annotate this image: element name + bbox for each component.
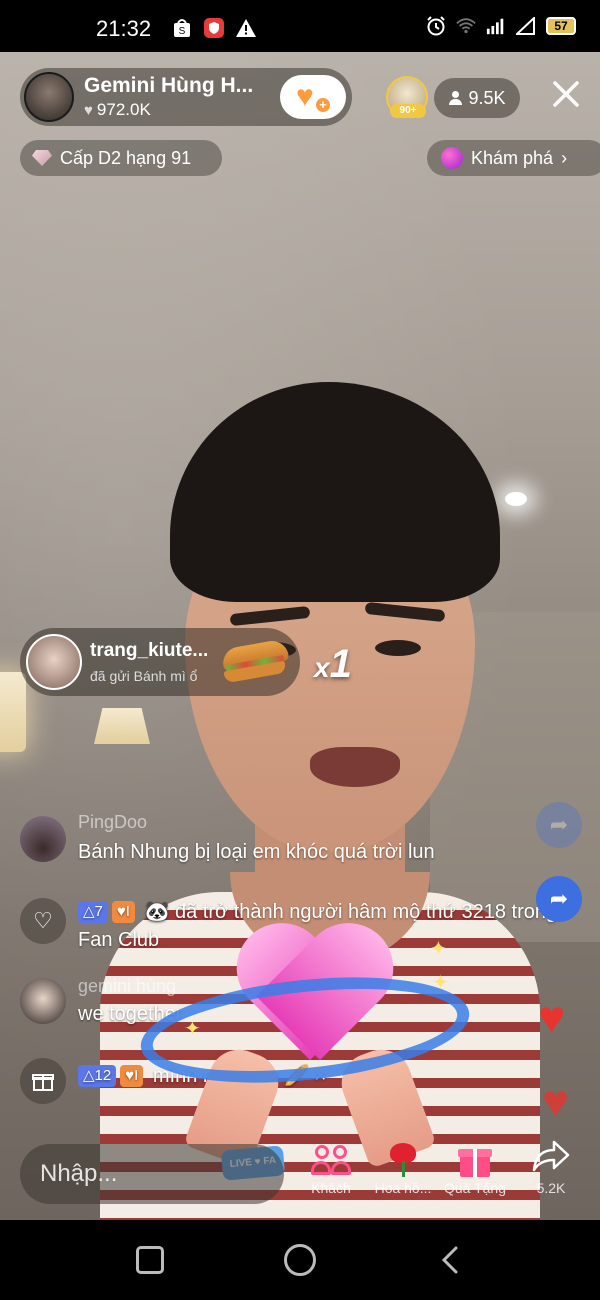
close-icon bbox=[553, 81, 579, 107]
gift-count: x1 bbox=[314, 642, 352, 686]
explore-label: Khám phá bbox=[471, 147, 554, 168]
wifi-icon bbox=[456, 16, 476, 36]
guests-label: Khách bbox=[311, 1180, 351, 1196]
rank-badge[interactable]: Cấp D2 hạng 91 bbox=[20, 140, 222, 176]
shield-app-icon bbox=[204, 18, 224, 38]
gift-sender-name[interactable]: trang_kiute... bbox=[90, 640, 208, 662]
share-float-icon: ➦ bbox=[536, 802, 582, 848]
system-nav-bar bbox=[0, 1220, 600, 1300]
host-avatar[interactable] bbox=[24, 72, 74, 122]
battery-icon: 57 bbox=[546, 17, 576, 35]
rank-label: Cấp D2 hạng 91 bbox=[60, 147, 192, 168]
notification-icons: S bbox=[172, 18, 256, 38]
explore-button[interactable]: Khám phá › bbox=[427, 140, 600, 176]
floating-heart-icon: ♥ bbox=[538, 991, 566, 1043]
share-icon bbox=[532, 1140, 570, 1180]
recents-button[interactable] bbox=[136, 1246, 164, 1274]
comment-input[interactable]: Nhập... bbox=[20, 1144, 284, 1204]
diamond-icon bbox=[32, 150, 52, 166]
guests-button[interactable]: Khách bbox=[296, 1140, 366, 1200]
svg-text:S: S bbox=[179, 26, 186, 37]
viewer-count-value: 9.5K bbox=[468, 87, 506, 108]
system-icons: 57 bbox=[426, 16, 576, 36]
chat-text: Bánh Nhung bị loại em khóc quá trời lun bbox=[78, 841, 435, 863]
guests-icon bbox=[311, 1143, 351, 1177]
share-float-icon[interactable]: ➦ bbox=[536, 876, 582, 922]
follow-heart-icon: ♥ + bbox=[296, 82, 332, 114]
rose-gift-button[interactable]: Hoa hồ... bbox=[368, 1140, 438, 1200]
gifts-label: Quà Tặng bbox=[443, 1180, 506, 1196]
share-button[interactable]: 5.2K bbox=[516, 1140, 586, 1200]
banh-mi-icon bbox=[220, 638, 290, 684]
follow-button[interactable]: ♥ + bbox=[280, 75, 346, 119]
signal-icon bbox=[486, 16, 506, 36]
person-icon bbox=[448, 91, 463, 105]
gift-description: đã gửi Bánh mì ổ bbox=[90, 668, 198, 684]
viewer-count[interactable]: 9.5K bbox=[434, 78, 520, 118]
mouth bbox=[310, 747, 400, 787]
chevron-right-icon: › bbox=[561, 147, 568, 168]
status-bar: 21:32 S 57 bbox=[0, 0, 600, 52]
hair bbox=[170, 382, 500, 602]
level-badge: △ 7 bbox=[78, 901, 108, 923]
fan-badge: ♥ I bbox=[111, 901, 135, 923]
warning-icon bbox=[236, 18, 256, 38]
gift-box-icon bbox=[20, 1058, 66, 1104]
user-avatar[interactable] bbox=[20, 978, 66, 1024]
lamp bbox=[0, 672, 26, 752]
host-likes: ♥ 972.0K bbox=[84, 100, 151, 120]
floating-heart-icon: ♥ bbox=[542, 1075, 570, 1127]
heart-outline-icon: ♡ bbox=[20, 898, 66, 944]
rose-icon bbox=[388, 1143, 418, 1177]
live-stream-screen: 21:32 S 57 Gemini Hùng H... ♥ 972.0K ♥ +… bbox=[0, 0, 600, 1300]
sparkle-icon: ✦ bbox=[184, 1018, 201, 1040]
sparkle-icon: ✦ bbox=[430, 938, 447, 960]
share-count: 5.2K bbox=[536, 1180, 566, 1196]
back-button[interactable] bbox=[438, 1244, 470, 1276]
host-name[interactable]: Gemini Hùng H... bbox=[84, 74, 253, 98]
chat-username[interactable]: PingDoo bbox=[78, 812, 147, 833]
gift-icon bbox=[458, 1143, 492, 1177]
gift-sender-avatar[interactable] bbox=[26, 634, 82, 690]
planet-icon bbox=[441, 147, 463, 169]
gifts-button[interactable]: Quà Tặng bbox=[440, 1140, 510, 1200]
back-chevron-icon bbox=[441, 1246, 458, 1274]
user-avatar[interactable] bbox=[20, 816, 66, 862]
host-likes-count: 972.0K bbox=[96, 100, 151, 119]
heart-icon: ♥ bbox=[84, 101, 93, 119]
sparkle-icon: ✦ bbox=[432, 972, 449, 994]
rose-label: Hoa hồ... bbox=[374, 1180, 432, 1196]
alarm-icon bbox=[426, 16, 446, 36]
signal-empty-icon bbox=[516, 16, 536, 36]
home-button[interactable] bbox=[284, 1244, 316, 1276]
top-viewer-badge: 90+ bbox=[390, 104, 426, 118]
eye bbox=[375, 640, 421, 656]
close-button[interactable] bbox=[546, 76, 586, 116]
shopee-icon: S bbox=[172, 18, 192, 38]
clock: 21:32 bbox=[96, 16, 152, 41]
host-info[interactable]: Gemini Hùng H... ♥ 972.0K ♥ + bbox=[20, 68, 352, 126]
level-badge: △ 12 bbox=[78, 1065, 117, 1087]
